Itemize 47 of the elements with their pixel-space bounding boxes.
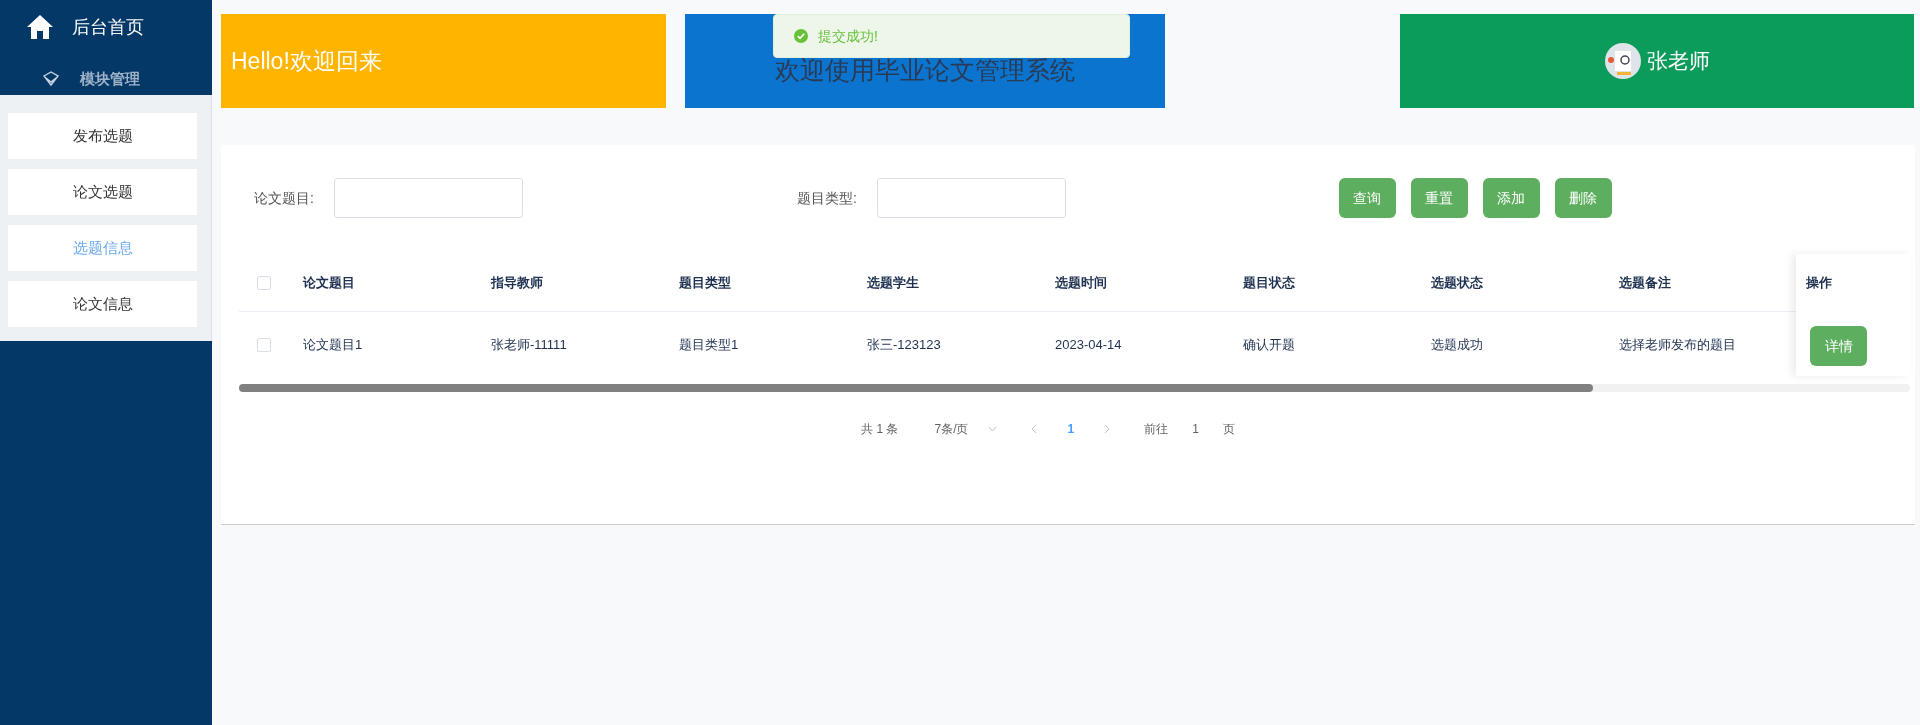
avatar-icon — [1604, 43, 1641, 79]
greeting-text: Hello!欢迎回来 — [231, 46, 382, 76]
column-header: 选题状态 — [1431, 273, 1484, 292]
column-header: 选题时间 — [1055, 273, 1108, 292]
column-header: 题目类型 — [679, 273, 732, 292]
table-cell-text: 张老师-11111 — [491, 336, 568, 355]
column-header: 题目状态 — [1243, 273, 1296, 292]
page-number[interactable]: 1 — [1067, 420, 1075, 438]
next-page-icon[interactable] — [1104, 424, 1111, 434]
goto-page-field[interactable]: 1 — [1188, 420, 1203, 438]
checkbox[interactable] — [257, 338, 271, 352]
total-count: 共 1 条 — [861, 421, 899, 438]
goto-suffix: 页 — [1222, 421, 1235, 438]
sidebar-item[interactable]: 发布选题 — [8, 113, 197, 159]
table-cell-text: 张三-123123 — [867, 336, 942, 355]
prev-page-icon[interactable] — [1031, 424, 1038, 434]
filter-label: 题目类型: — [796, 188, 857, 208]
scrollbar-thumb[interactable] — [239, 384, 1593, 392]
sidebar-item[interactable]: 论文选题 — [8, 169, 197, 215]
user-name: 张老师 — [1646, 48, 1710, 75]
column-header: 选题学生 — [867, 273, 920, 292]
input-field[interactable] — [333, 178, 523, 218]
toast-message: 提交成功! — [818, 26, 878, 46]
input-field[interactable] — [876, 178, 1066, 218]
sidebar-item[interactable]: 论文信息 — [8, 281, 197, 327]
goto-label: 前往 — [1144, 421, 1169, 438]
banner-title: 欢迎使用毕业论文管理系统 — [775, 55, 1075, 87]
check-circle-icon — [794, 29, 808, 43]
column-header: 操作 — [1806, 274, 1832, 292]
column-header: 论文题目 — [303, 273, 356, 292]
page-size-select[interactable]: 7条/页 — [934, 420, 998, 438]
table-cell-text: 确认开题 — [1243, 336, 1296, 355]
checkbox[interactable] — [257, 275, 271, 290]
table-cell-text: 选择老师发布的题目 — [1619, 336, 1737, 355]
diamond-icon — [42, 71, 60, 88]
filter-label: 论文题目: — [254, 188, 314, 208]
table-cell-text: 题目类型1 — [679, 336, 740, 355]
chevron-down-icon — [988, 426, 998, 432]
menu-group-label[interactable]: 模块管理 — [80, 68, 140, 91]
scrollbar-track[interactable] — [239, 384, 1910, 392]
table-cell-text: 论文题目1 — [303, 336, 364, 355]
home-link[interactable]: 后台首页 — [72, 13, 144, 41]
home-icon — [26, 14, 54, 40]
column-header: 指导教师 — [491, 273, 544, 292]
table-cell-text: 选题成功 — [1431, 336, 1484, 355]
table-cell-text: 2023-04-14 — [1055, 336, 1123, 355]
column-header: 选题备注 — [1619, 273, 1672, 292]
